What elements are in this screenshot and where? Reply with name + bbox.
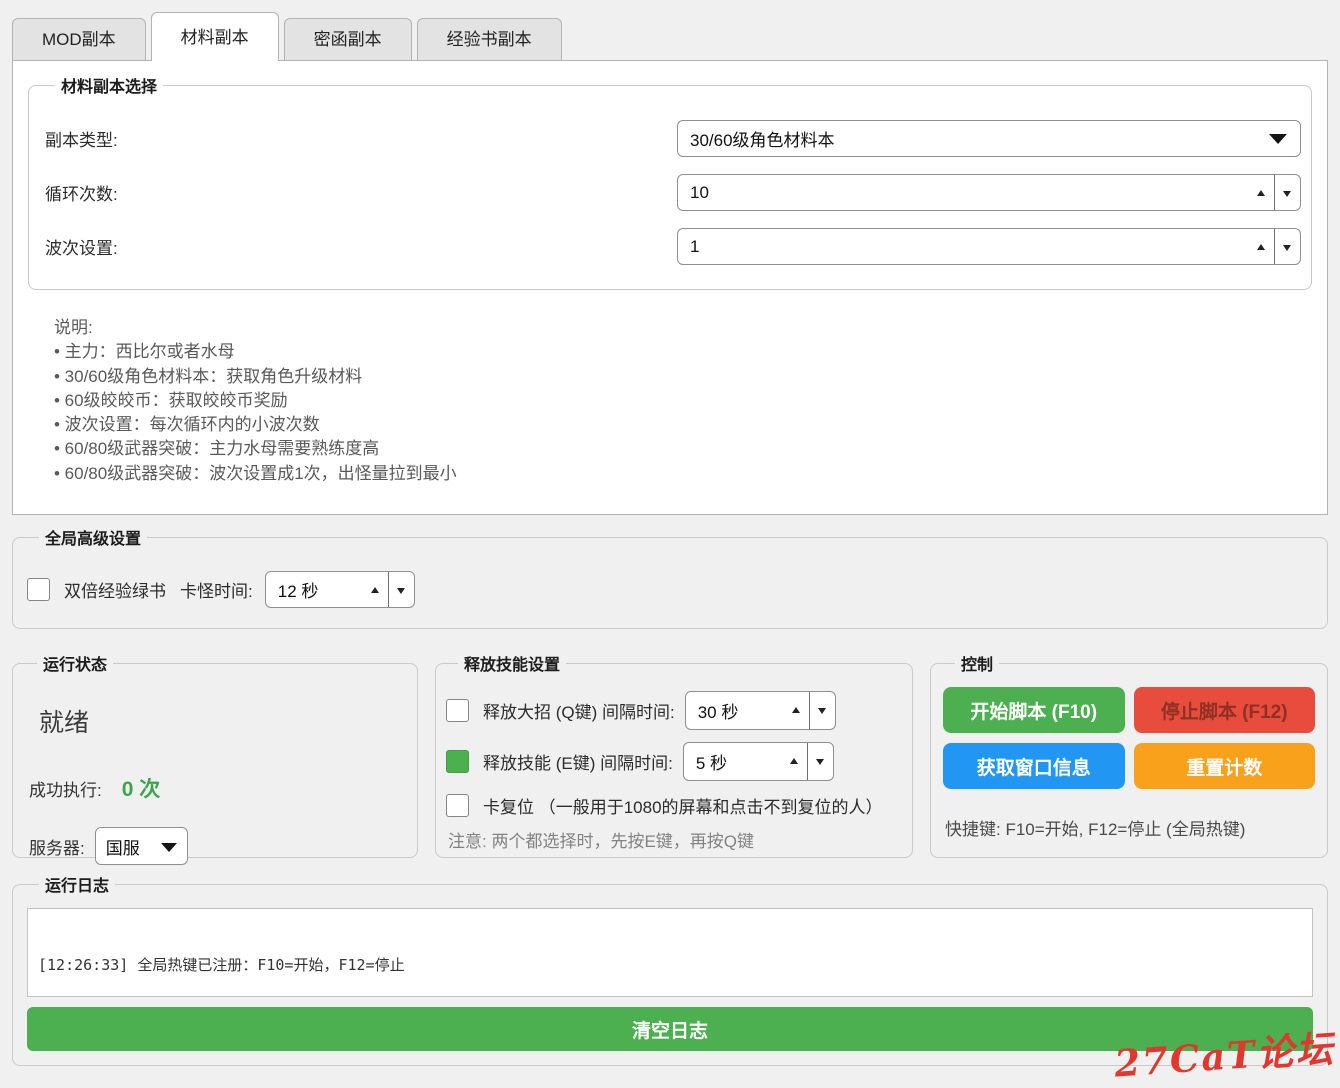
hotkey-note: 快捷键: F10=开始, F12=停止 (全局热键)	[945, 815, 1315, 840]
get-window-info-button[interactable]: 获取窗口信息	[943, 743, 1125, 789]
skill-note: 注意: 两个都选择时，先按E键，再按Q键	[448, 827, 902, 852]
dungeon-type-label: 副本类型:	[43, 126, 118, 151]
run-log-group: 运行日志 [12:26:33] 全局热键已注册：F10=开始，F12=停止 清空…	[12, 872, 1328, 1066]
stuck-time-label: 卡怪时间:	[180, 577, 253, 602]
e-interval-spinner[interactable]: 5 秒	[683, 742, 834, 781]
run-status-group: 运行状态 就绪 成功执行: 0 次 服务器: 国服	[12, 651, 418, 858]
control-group: 控制 开始脚本 (F10) 停止脚本 (F12) 获取窗口信息 重置计数 快捷键…	[930, 651, 1328, 858]
run-status-legend: 运行状态	[37, 651, 113, 675]
spin-divider	[809, 692, 810, 729]
spin-down-button[interactable]	[397, 588, 405, 594]
spin-up-button[interactable]	[1257, 244, 1265, 250]
spin-divider	[1274, 175, 1275, 210]
tab-letter-dungeon[interactable]: 密函副本	[284, 18, 412, 60]
success-count-value: 0 次	[122, 773, 161, 803]
stuck-time-value: 12 秒	[278, 577, 319, 602]
spin-divider	[807, 743, 808, 780]
material-description: 说明: • 主力：西比尔或者水母 • 30/60级角色材料本：获取角色升级材料 …	[54, 316, 1312, 486]
spin-up-button[interactable]	[790, 758, 798, 764]
ultimate-q-checkbox[interactable]	[446, 699, 469, 722]
loop-count-label: 循环次数:	[43, 180, 118, 205]
reset-position-label: 卡复位 （一般用于1080的屏幕和点击不到复位的人）	[483, 793, 883, 818]
skill-settings-legend: 释放技能设置	[458, 651, 566, 675]
middle-row: 运行状态 就绪 成功执行: 0 次 服务器: 国服 释放技能设置 释放大招 (Q…	[12, 651, 1328, 858]
dungeon-type-select[interactable]: 30/60级角色材料本	[677, 120, 1301, 157]
spin-up-button[interactable]	[371, 587, 379, 593]
start-script-button[interactable]: 开始脚本 (F10)	[943, 687, 1125, 733]
spin-down-button[interactable]	[818, 708, 826, 714]
success-count-label: 成功执行:	[29, 776, 102, 801]
reset-count-button[interactable]: 重置计数	[1134, 743, 1316, 789]
double-exp-checkbox[interactable]	[27, 578, 50, 601]
material-tab-panel: 材料副本选择 副本类型: 30/60级角色材料本 循环次数: 10 波次设置: …	[12, 60, 1328, 515]
log-entry: [12:26:33] 全局热键已注册：F10=开始，F12=停止	[38, 954, 1302, 975]
ultimate-q-label: 释放大招 (Q键) 间隔时间:	[483, 698, 675, 723]
description-line: • 主力：西比尔或者水母	[54, 340, 1312, 364]
reset-position-checkbox[interactable]	[446, 794, 469, 817]
tab-mod-dungeon[interactable]: MOD副本	[12, 18, 146, 60]
control-legend: 控制	[955, 651, 999, 675]
dropdown-arrow-icon	[161, 843, 177, 852]
wave-setting-value: 1	[690, 237, 699, 257]
q-interval-value: 30 秒	[698, 698, 739, 723]
spin-up-button[interactable]	[792, 707, 800, 713]
clear-log-button[interactable]: 清空日志	[27, 1007, 1313, 1051]
global-settings-legend: 全局高级设置	[39, 525, 147, 549]
skill-e-label: 释放技能 (E键) 间隔时间:	[483, 749, 673, 774]
server-value: 国服	[106, 834, 140, 859]
status-text: 就绪	[39, 703, 405, 739]
tab-expbook-dungeon[interactable]: 经验书副本	[417, 18, 562, 60]
stop-script-button[interactable]: 停止脚本 (F12)	[1134, 687, 1316, 733]
wave-setting-label: 波次设置:	[43, 234, 118, 259]
spin-divider	[388, 572, 389, 607]
tab-material-dungeon[interactable]: 材料副本	[151, 12, 279, 61]
wave-setting-spinner[interactable]: 1	[677, 228, 1301, 265]
spin-down-button[interactable]	[1283, 245, 1291, 251]
description-line: • 波次设置：每次循环内的小波次数	[54, 413, 1312, 437]
description-line: 说明:	[54, 316, 1312, 340]
e-interval-value: 5 秒	[696, 749, 727, 774]
material-select-group: 材料副本选择 副本类型: 30/60级角色材料本 循环次数: 10 波次设置: …	[28, 73, 1312, 290]
loop-count-value: 10	[690, 183, 709, 203]
dropdown-arrow-icon	[1269, 134, 1287, 144]
spin-up-button[interactable]	[1257, 190, 1265, 196]
tab-bar: MOD副本 材料副本 密函副本 经验书副本	[0, 10, 1340, 60]
stuck-time-spinner[interactable]: 12 秒	[265, 571, 415, 608]
server-select[interactable]: 国服	[95, 827, 188, 865]
double-exp-label: 双倍经验绿书	[64, 577, 166, 602]
dungeon-type-value: 30/60级角色材料本	[690, 126, 835, 151]
spin-down-button[interactable]	[816, 759, 824, 765]
spin-down-button[interactable]	[1283, 191, 1291, 197]
material-select-legend: 材料副本选择	[55, 73, 163, 97]
server-label: 服务器:	[29, 834, 85, 859]
description-line: • 60级皎皎币：获取皎皎币奖励	[54, 389, 1312, 413]
skill-settings-group: 释放技能设置 释放大招 (Q键) 间隔时间: 30 秒 释放技能 (E键) 间隔…	[435, 651, 913, 858]
loop-count-spinner[interactable]: 10	[677, 174, 1301, 211]
q-interval-spinner[interactable]: 30 秒	[685, 691, 836, 730]
spin-divider	[1274, 229, 1275, 264]
description-line: • 60/80级武器突破：波次设置成1次，出怪量拉到最小	[54, 462, 1312, 486]
description-line: • 60/80级武器突破：主力水母需要熟练度高	[54, 437, 1312, 461]
skill-e-checkbox[interactable]	[446, 750, 469, 773]
run-log-legend: 运行日志	[39, 872, 115, 896]
global-settings-group: 全局高级设置 双倍经验绿书 卡怪时间: 12 秒	[12, 525, 1328, 629]
log-output[interactable]: [12:26:33] 全局热键已注册：F10=开始，F12=停止	[27, 908, 1313, 997]
description-line: • 30/60级角色材料本：获取角色升级材料	[54, 365, 1312, 389]
